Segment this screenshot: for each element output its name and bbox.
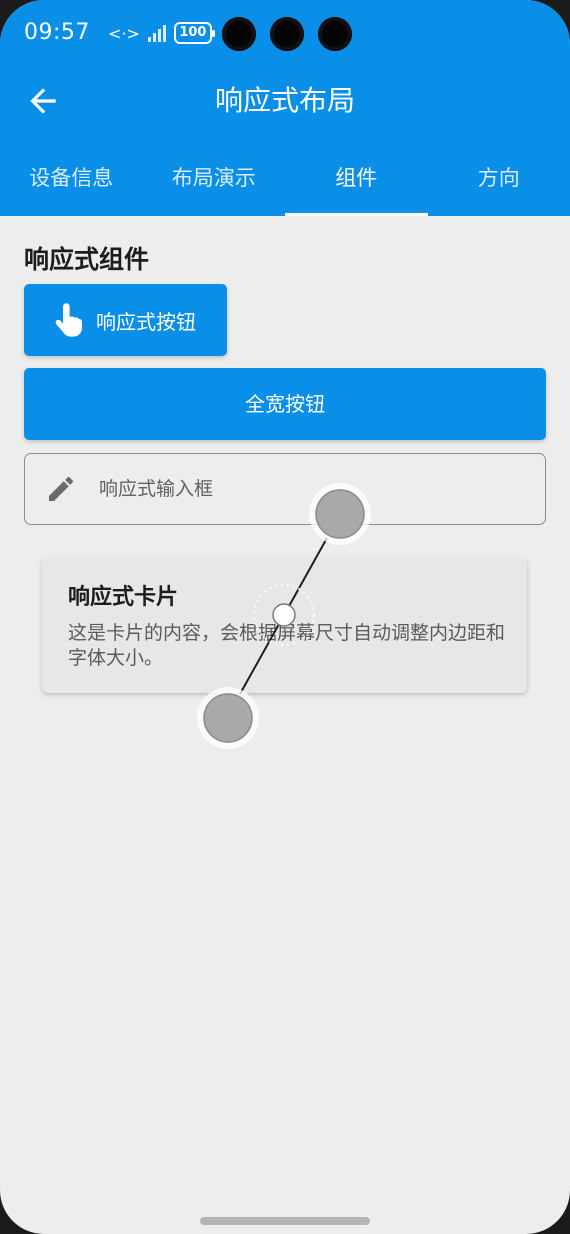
touch-hand-icon (55, 303, 82, 337)
page-title: 响应式布局 (214, 84, 355, 117)
tab-components[interactable]: 组件 (285, 150, 428, 216)
tab-bar: 设备信息 布局演示 组件 方向 (0, 150, 570, 216)
pencil-icon (49, 476, 74, 501)
responsive-button[interactable]: 响应式按钮 (24, 284, 227, 356)
full-width-button-label: 全宽按钮 (245, 392, 325, 416)
section-title: 响应式组件 (24, 245, 150, 274)
card-body: 这是卡片的内容，会根据屏幕尺寸自动调整内边距和字体大小。 (68, 622, 506, 669)
camera-lens-icon (222, 17, 256, 51)
status-bar: 09:57 <·> 100 (0, 0, 570, 70)
tab-device-info[interactable]: 设备信息 (0, 150, 143, 216)
status-icons: <·> 100 (108, 22, 215, 44)
camera-cutout (222, 17, 352, 51)
card-title: 响应式卡片 (68, 585, 179, 610)
responsive-button-label: 响应式按钮 (96, 309, 196, 334)
touch-point-icon (203, 693, 253, 743)
app-bar: 09:57 <·> 100 响应式布局 设备信息 布局演示 组件 方向 (0, 0, 570, 216)
camera-lens-icon (270, 17, 304, 51)
tab-orientation[interactable]: 方向 (428, 150, 570, 216)
network-icon: <·> (108, 23, 140, 43)
battery-icon: 100 (173, 22, 215, 44)
status-time: 09:57 (24, 20, 90, 45)
full-width-button[interactable]: 全宽按钮 (24, 368, 546, 440)
tab-label: 布局演示 (171, 166, 256, 190)
tab-label: 方向 (477, 166, 520, 190)
tab-label: 设备信息 (29, 166, 114, 190)
responsive-input[interactable] (97, 477, 501, 501)
responsive-input-field[interactable] (24, 453, 546, 525)
tab-label: 组件 (335, 166, 378, 190)
home-indicator[interactable] (200, 1217, 370, 1225)
responsive-card: 响应式卡片 这是卡片的内容，会根据屏幕尺寸自动调整内边距和字体大小。 (42, 557, 527, 693)
phone-screen: 09:57 <·> 100 响应式布局 设备信息 布局演示 组件 方向 响应式组… (0, 0, 570, 1234)
camera-lens-icon (318, 17, 352, 51)
signal-icon (147, 24, 166, 42)
touch-point-halo-icon (197, 687, 259, 749)
tab-layout-demo[interactable]: 布局演示 (143, 150, 286, 216)
